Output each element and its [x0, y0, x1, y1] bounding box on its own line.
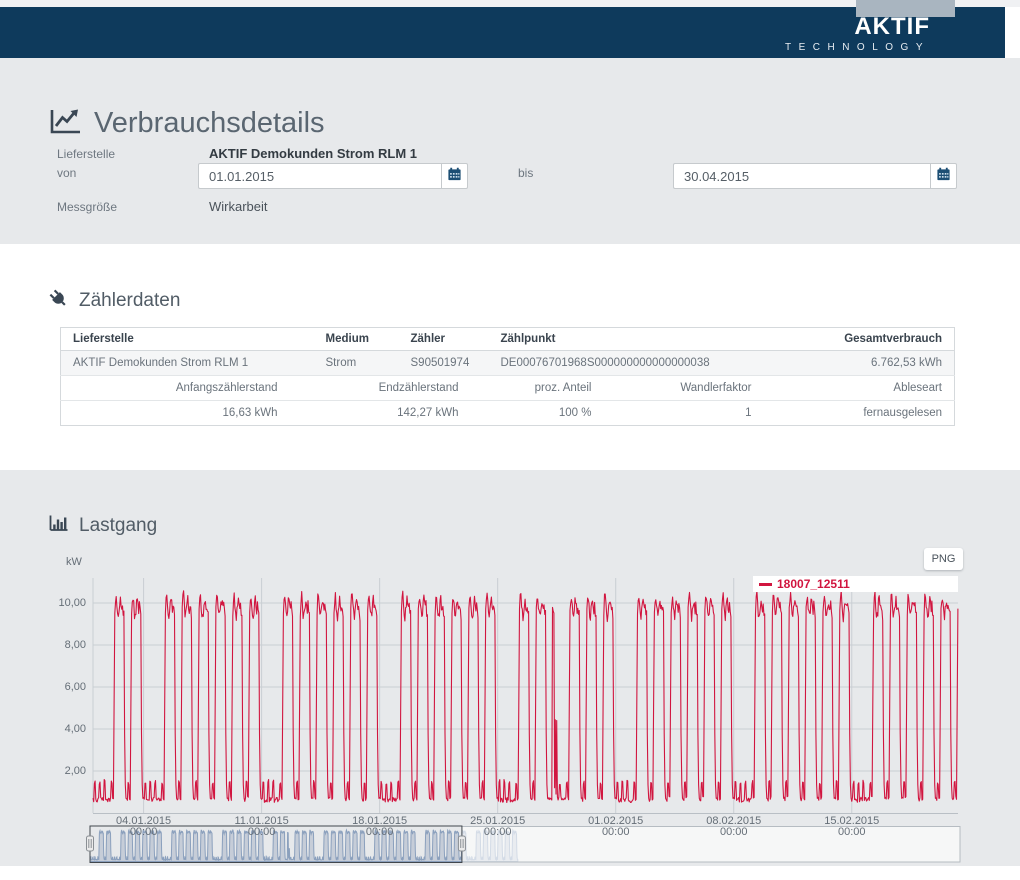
- filter-section: Verbrauchsdetails Lieferstelle AKTIF Dem…: [0, 58, 1020, 244]
- lieferstelle-value: AKTIF Demokunden Strom RLM 1: [209, 146, 417, 161]
- chart-legend[interactable]: 18007_12511: [753, 576, 958, 592]
- calendar-icon: [936, 167, 951, 185]
- y-axis-tick-label: 6,00: [44, 681, 86, 693]
- meter-section-title: Zählerdaten: [79, 290, 180, 312]
- png-export-button[interactable]: PNG: [924, 548, 963, 570]
- y-axis-tick-label: 2,00: [44, 765, 86, 777]
- cell-gesamtverbrauch: 6.762,53 kWh: [774, 351, 955, 376]
- legend-series-label: 18007_12511: [777, 577, 850, 591]
- y-axis-tick-label: 8,00: [44, 639, 86, 651]
- y-axis-unit-label: kW: [66, 556, 82, 568]
- messgroesse-label: Messgröße: [57, 200, 117, 214]
- lieferstelle-label: Lieferstelle: [57, 147, 115, 161]
- x-axis-tick-label: 15.02.201500:00: [810, 816, 894, 838]
- y-axis-tick-label: 4,00: [44, 723, 86, 735]
- x-axis-tick-label: 18.01.201500:00: [338, 816, 422, 838]
- meter-table-data-row: AKTIF Demokunden Strom RLM 1 Strom S9050…: [61, 351, 955, 376]
- y-axis-tick-label: 10,00: [44, 597, 86, 609]
- meter-table-subdata-row: 16,63 kWh 142,27 kWh 100 % 1 fernausgele…: [61, 401, 955, 426]
- x-axis-tick-label: 25.01.201500:00: [456, 816, 540, 838]
- page-title-text: Verbrauchsdetails: [94, 107, 325, 140]
- von-calendar-button[interactable]: [441, 163, 468, 189]
- cell-ableseart: fernausgelesen: [774, 401, 955, 426]
- meter-table-subheader-row: Anfangszählerstand Endzählerstand proz. …: [61, 376, 955, 401]
- x-axis-tick-label: 11.01.201500:00: [220, 816, 304, 838]
- brand-name: AKTIF: [785, 15, 930, 39]
- x-axis-tick-label: 04.01.201500:00: [102, 816, 186, 838]
- plug-icon: [48, 288, 69, 314]
- load-profile-chart: Lastgang kW PNG 18007_12511 2,004,006,00…: [0, 470, 1020, 866]
- col-gesamtverbrauch: Gesamtverbrauch: [774, 328, 955, 351]
- navigator-left-handle[interactable]: [87, 836, 94, 851]
- footer-strip: [0, 866, 1020, 880]
- col-anfangszaehlerstand: Anfangszählerstand: [61, 376, 314, 401]
- calendar-icon: [447, 167, 462, 185]
- chart-canvas: [0, 470, 1020, 866]
- navigator-right-handle[interactable]: [458, 836, 465, 851]
- col-wandlerfaktor: Wandlerfaktor: [604, 376, 774, 401]
- cell-zaehler: S90501974: [399, 351, 489, 376]
- col-proz-anteil: proz. Anteil: [489, 376, 604, 401]
- col-lieferstelle: Lieferstelle: [61, 328, 314, 351]
- cell-wandlerfaktor: 1: [604, 401, 774, 426]
- meter-data-section: Zählerdaten Lieferstelle Medium Zähler Z…: [0, 244, 1020, 470]
- col-endzaehlerstand: Endzählerstand: [314, 376, 489, 401]
- cell-lieferstelle: AKTIF Demokunden Strom RLM 1: [61, 351, 314, 376]
- cell-zaehlpunkt: DE00076701968S000000000000000038: [489, 351, 774, 376]
- page-title: Verbrauchsdetails: [48, 106, 325, 141]
- x-axis-tick-label: 08.02.201500:00: [692, 816, 776, 838]
- cell-endzaehlerstand: 142,27 kWh: [314, 401, 489, 426]
- app-header: AKTIF TECHNOLOGY: [0, 7, 1005, 58]
- meter-table: Lieferstelle Medium Zähler Zählpunkt Ges…: [60, 327, 955, 426]
- col-zaehler: Zähler: [399, 328, 489, 351]
- cell-proz-anteil: 100 %: [489, 401, 604, 426]
- brand-subtitle: TECHNOLOGY: [785, 42, 930, 53]
- meter-section-heading: Zählerdaten: [48, 288, 180, 314]
- x-axis-tick-label: 01.02.201500:00: [574, 816, 658, 838]
- col-medium: Medium: [314, 328, 399, 351]
- von-label: von: [57, 166, 76, 180]
- meter-table-header-row: Lieferstelle Medium Zähler Zählpunkt Ges…: [61, 328, 955, 351]
- col-zaehlpunkt: Zählpunkt: [489, 328, 774, 351]
- brand-logo: AKTIF TECHNOLOGY: [785, 15, 930, 53]
- cell-anfangszaehlerstand: 16,63 kWh: [61, 401, 314, 426]
- cell-medium: Strom: [314, 351, 399, 376]
- line-chart-icon: [48, 106, 82, 141]
- bis-calendar-button[interactable]: [930, 163, 957, 189]
- bis-date-input[interactable]: [673, 163, 930, 189]
- col-ableseart: Ableseart: [774, 376, 955, 401]
- legend-series-marker: [759, 583, 772, 586]
- von-date-input[interactable]: [198, 163, 441, 189]
- messgroesse-value: Wirkarbeit: [209, 199, 268, 214]
- bis-label: bis: [518, 166, 533, 180]
